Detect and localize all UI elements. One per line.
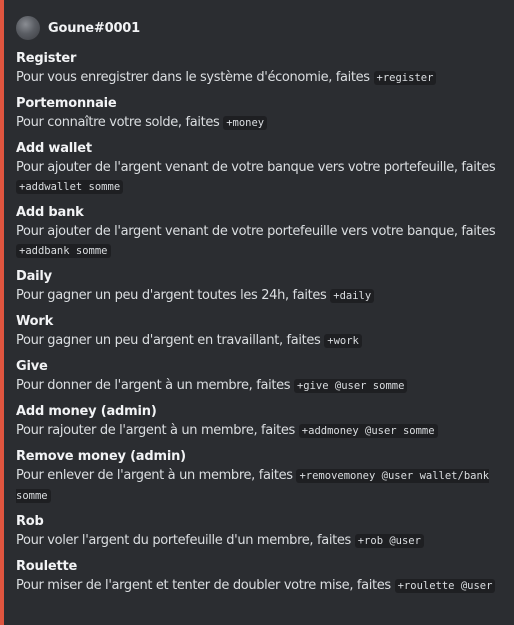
field-name: Add money (admin) — [16, 404, 157, 419]
field-name: Rob — [16, 514, 44, 529]
field-text: Pour vous enregistrer dans le système d'… — [16, 70, 370, 85]
embed-field: Work Pour gagner un peu d'argent en trav… — [16, 313, 506, 351]
field-value: Pour gagner un peu d'argent en travailla… — [16, 331, 506, 351]
embed-author: Goune#0001 — [16, 14, 506, 42]
command-code: +rob @user — [354, 534, 424, 548]
field-value: Pour ajouter de l'argent venant de votre… — [16, 222, 506, 261]
command-code: +addbank somme — [16, 244, 111, 258]
field-text: Pour donner de l'argent à un membre, fai… — [16, 378, 291, 393]
field-value: Pour ajouter de l'argent venant de votre… — [16, 158, 506, 197]
field-name: Portemonnaie — [16, 96, 117, 111]
embed-field: Register Pour vous enregistrer dans le s… — [16, 50, 506, 88]
field-name: Work — [16, 314, 54, 329]
embed-field: Add money (admin) Pour rajouter de l'arg… — [16, 403, 506, 441]
field-text: Pour connaître votre solde, faites — [16, 115, 220, 130]
field-text: Pour ajouter de l'argent venant de votre… — [16, 224, 496, 239]
field-value: Pour donner de l'argent à un membre, fai… — [16, 376, 506, 396]
author-name[interactable]: Goune#0001 — [48, 21, 140, 36]
field-value: Pour voler l'argent du portefeuille d'un… — [16, 531, 506, 551]
embed-field: Roulette Pour miser de l'argent et tente… — [16, 558, 506, 596]
embed: Goune#0001 Register Pour vous enregistre… — [0, 0, 514, 625]
field-value: Pour gagner un peu d'argent toutes les 2… — [16, 286, 506, 306]
embed-fields: Register Pour vous enregistrer dans le s… — [16, 50, 506, 596]
embed-field: Add bank Pour ajouter de l'argent venant… — [16, 204, 506, 261]
command-code: +money — [223, 116, 268, 130]
field-value: Pour rajouter de l'argent à un membre, f… — [16, 421, 506, 441]
field-name: Add bank — [16, 205, 84, 220]
command-code: +give @user somme — [293, 379, 408, 393]
command-code: +roulette @user — [394, 579, 496, 593]
field-value: Pour connaître votre solde, faites +mone… — [16, 113, 506, 133]
field-value: Pour miser de l'argent et tenter de doub… — [16, 576, 506, 596]
embed-field: Remove money (admin) Pour enlever de l'a… — [16, 448, 506, 506]
field-name: Add wallet — [16, 141, 92, 156]
field-text: Pour rajouter de l'argent à un membre, f… — [16, 423, 295, 438]
embed-field: Rob Pour voler l'argent du portefeuille … — [16, 513, 506, 551]
field-text: Pour miser de l'argent et tenter de doub… — [16, 578, 391, 593]
field-value: Pour vous enregistrer dans le système d'… — [16, 68, 506, 88]
embed-field: Daily Pour gagner un peu d'argent toutes… — [16, 268, 506, 306]
command-code: +addmoney @user somme — [298, 424, 438, 438]
field-name: Register — [16, 51, 77, 66]
command-code: +addwallet somme — [16, 180, 124, 194]
command-code: +work — [324, 334, 362, 348]
embed-field: Give Pour donner de l'argent à un membre… — [16, 358, 506, 396]
field-value: Pour enlever de l'argent à un membre, fa… — [16, 466, 506, 506]
command-code: +register — [373, 71, 437, 85]
field-name: Daily — [16, 269, 52, 284]
embed-field: Portemonnaie Pour connaître votre solde,… — [16, 95, 506, 133]
field-name: Remove money (admin) — [16, 449, 186, 464]
command-code: +daily — [330, 289, 375, 303]
field-name: Roulette — [16, 559, 78, 574]
embed-field: Add wallet Pour ajouter de l'argent vena… — [16, 140, 506, 197]
field-text: Pour enlever de l'argent à un membre, fa… — [16, 468, 293, 483]
field-text: Pour ajouter de l'argent venant de votre… — [16, 160, 496, 175]
field-text: Pour voler l'argent du portefeuille d'un… — [16, 533, 351, 548]
field-text: Pour gagner un peu d'argent en travailla… — [16, 333, 321, 348]
field-text: Pour gagner un peu d'argent toutes les 2… — [16, 288, 327, 303]
author-avatar[interactable] — [16, 16, 40, 40]
field-name: Give — [16, 359, 48, 374]
